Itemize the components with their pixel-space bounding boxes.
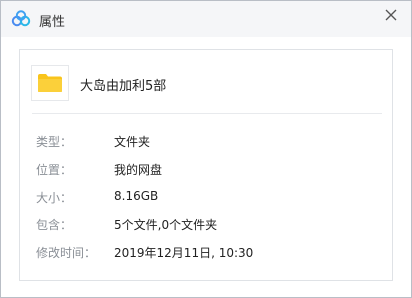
- prop-value: 2019年12月11日, 10:30: [114, 246, 254, 260]
- prop-value: 8.16GB: [114, 189, 159, 203]
- baidu-netdisk-cloud-icon: [11, 10, 31, 28]
- close-icon[interactable]: [383, 7, 399, 23]
- prop-label: 包含：: [36, 218, 73, 232]
- prop-value: 5个文件,0个文件夹: [114, 218, 218, 232]
- prop-label: 位置：: [36, 163, 73, 177]
- file-name: 大岛由加利5部: [80, 79, 167, 94]
- title-bar: 属性: [1, 1, 411, 37]
- prop-value: 文件夹: [114, 135, 151, 149]
- prop-label: 大小：: [36, 191, 73, 205]
- prop-label: 类型：: [36, 135, 73, 149]
- file-thumbnail: [31, 65, 69, 101]
- prop-value: 我的网盘: [114, 163, 163, 177]
- prop-label: 修改时间：: [36, 246, 97, 260]
- properties-panel: 大岛由加利5部 类型： 文件夹 位置： 我的网盘 大小： 8.16GB 包含： …: [19, 49, 393, 281]
- dialog-title: 属性: [39, 15, 66, 30]
- properties-dialog: 属性 大岛由加利5部 类型： 文件夹 位置： 我的网盘 大小： 8.16GB 包…: [0, 0, 412, 298]
- folder-icon: [37, 73, 63, 93]
- divider: [32, 113, 382, 114]
